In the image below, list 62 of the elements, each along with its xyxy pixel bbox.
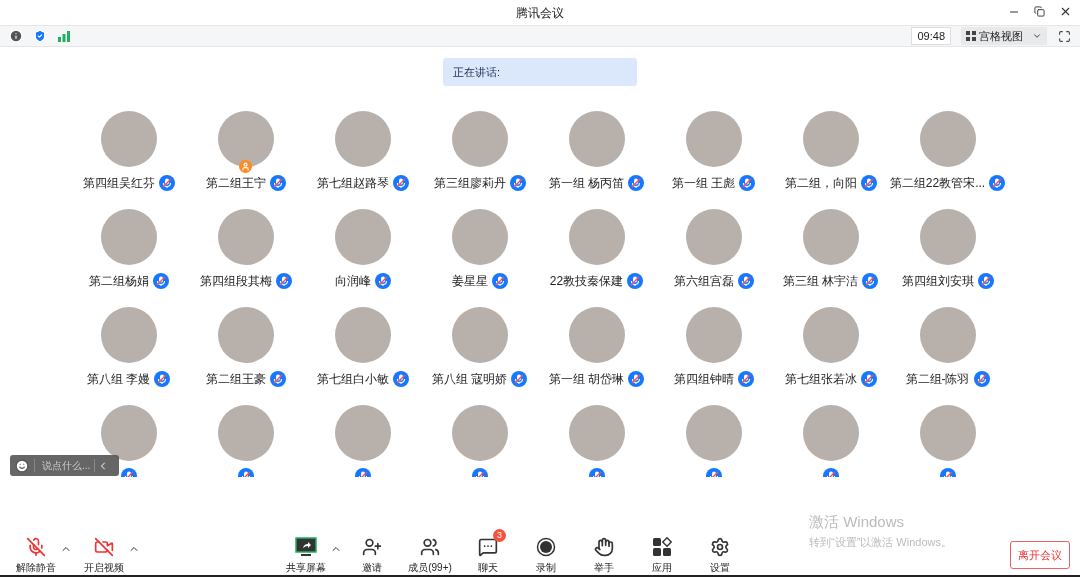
participant-name: 第一组 王彪 (671, 175, 736, 192)
unread-badge: 3 (493, 529, 506, 542)
caret-icon (1032, 31, 1042, 41)
screen-share-icon (295, 537, 317, 557)
view-dropdown[interactable]: 宫格视图 (961, 27, 1047, 45)
participant-name: 第四组段其梅 (199, 273, 272, 290)
participant-name: 第三组 林宇洁 (782, 273, 859, 290)
participant-name: 第八组 李嫚 (86, 371, 151, 388)
participant-name: 第二组王豪 (205, 371, 266, 388)
share-control[interactable]: 共享屏幕 (278, 533, 334, 575)
close-icon[interactable] (1059, 5, 1072, 18)
fullscreen-icon[interactable] (1058, 29, 1071, 43)
chat-input-bar[interactable]: 说点什么... (10, 455, 119, 476)
hand-icon (594, 537, 614, 557)
participant-name: 第六组宫磊 (673, 273, 734, 290)
video-control[interactable]: 开启视频 (76, 533, 132, 575)
activation-title: 激活 Windows (809, 512, 905, 532)
participant-name: 第七组张若冰 (784, 371, 857, 388)
leave-meeting-button[interactable]: 离开会议 (1010, 541, 1070, 569)
restore-icon[interactable] (1034, 6, 1045, 17)
members-control[interactable]: 成员(99+) (402, 533, 458, 575)
participant-name: 第三组廖莉丹 (433, 175, 506, 192)
participant-name: 第二组-陈羽 (905, 371, 970, 388)
apps-control[interactable]: 应用 (634, 533, 690, 575)
settings-control[interactable]: 设置 (692, 533, 748, 575)
signal-icon (57, 30, 71, 42)
participant-name: 第二组杨娟 (88, 273, 149, 290)
participant-name: 第一组 胡岱琳 (548, 371, 625, 388)
grid-icon (966, 31, 976, 41)
hand-control[interactable]: 举手 (576, 533, 632, 575)
record-icon (536, 537, 556, 557)
info-icon[interactable] (9, 29, 23, 43)
video-off-icon (94, 537, 114, 557)
participant-name: 第四组吴红芬 (82, 175, 155, 192)
participant-name: 22教技秦保建 (549, 273, 624, 290)
participant-name: 姜星星 (451, 273, 488, 290)
speaking-label: 正在讲话: (453, 64, 501, 80)
participant-name: 第二组22教管宋... (889, 175, 986, 192)
window-title: 腾讯会议 (516, 4, 564, 22)
shield-icon[interactable] (33, 29, 47, 43)
mic-control[interactable]: 解除静音 (8, 533, 64, 575)
participant-name: 第七组白小敏 (316, 371, 389, 388)
muted-mic-icon (26, 537, 46, 557)
participant-name: 第八组 寇明娇 (431, 371, 508, 388)
apps-icon (652, 537, 672, 557)
participant-name: 第二组王宁 (205, 175, 266, 192)
participant-name: 第七组赵路琴 (316, 175, 389, 192)
chat-placeholder: 说点什么... (42, 459, 91, 473)
participant-name: 第二组，向阳 (784, 175, 857, 192)
meeting-time: 09:48 (911, 27, 951, 45)
activation-text: 转到“设置”以激活 Windows。 (809, 534, 952, 550)
participant-name: 向润峰 (334, 273, 371, 290)
record-control[interactable]: 录制 (518, 533, 574, 575)
add-user-icon (362, 537, 382, 557)
participant-name: 第四组刘安琪 (901, 273, 974, 290)
invite-control[interactable]: 邀请 (344, 533, 400, 575)
settings-icon (710, 537, 730, 557)
chat-icon (478, 537, 498, 557)
participant-name: 第四组钟晴 (673, 371, 734, 388)
participant-name: 第一组 杨丙笛 (548, 175, 625, 192)
users-icon (420, 537, 440, 557)
smiley-icon (15, 458, 29, 473)
